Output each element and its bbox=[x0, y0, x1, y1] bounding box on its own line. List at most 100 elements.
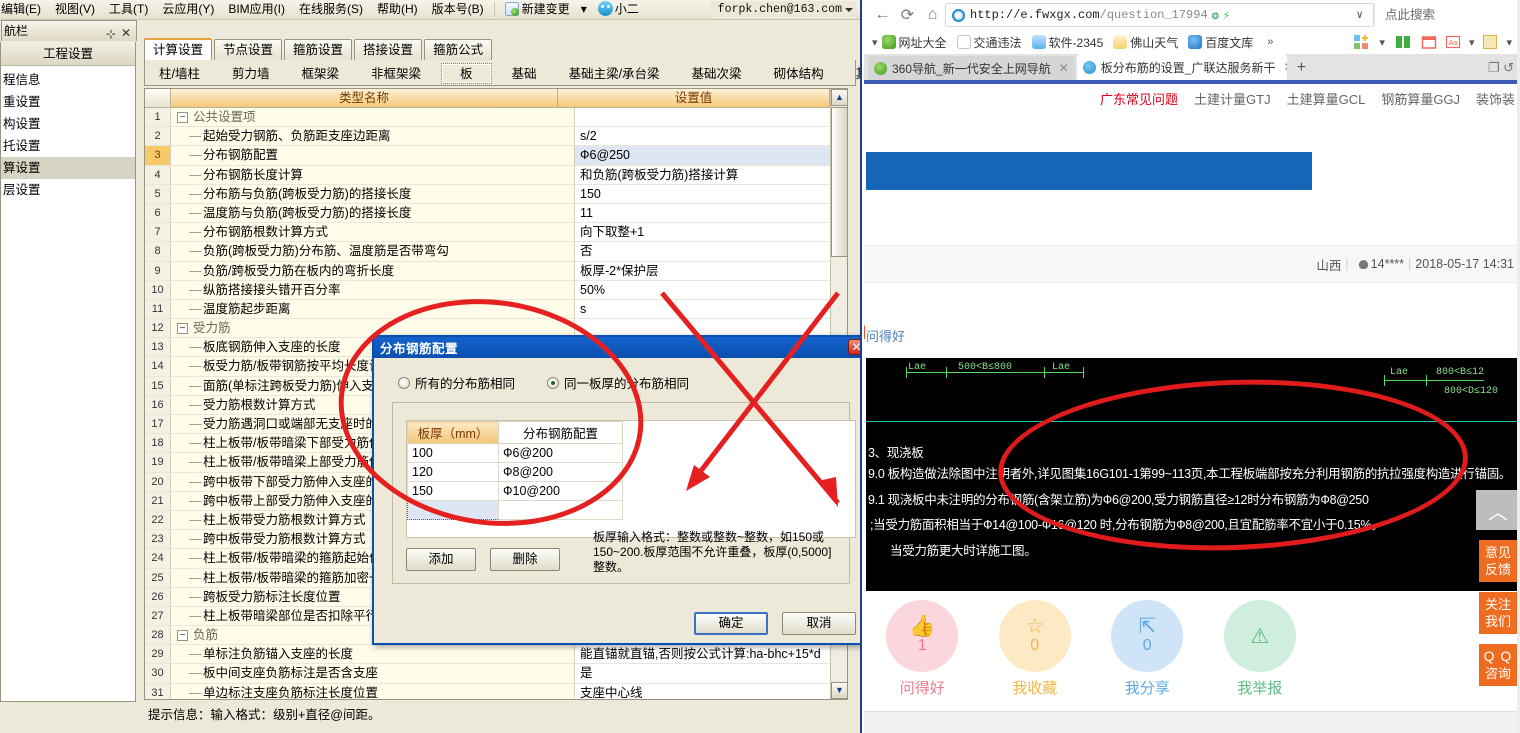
bookmark-site-directory[interactable]: 网址大全 bbox=[881, 34, 947, 51]
rail-qq-button[interactable]: Q Q 咨询 bbox=[1479, 644, 1517, 686]
translate-icon[interactable]: Aa bbox=[1445, 34, 1461, 50]
tab-node-settings[interactable]: 节点设置 bbox=[214, 39, 283, 60]
bookmark-software-2345[interactable]: 软件-2345 bbox=[1031, 34, 1103, 51]
bookmark-traffic-violation[interactable]: 交通违法 bbox=[956, 34, 1022, 51]
cell-rebar[interactable]: Ф8@200 bbox=[498, 462, 623, 482]
row-value[interactable]: 11 bbox=[575, 203, 847, 224]
bookmark-baidu-wenku[interactable]: 百度文库 bbox=[1188, 34, 1253, 51]
action-share[interactable]: ⇱ 0 我分享 bbox=[1097, 600, 1197, 710]
reload-icon[interactable]: ⟳ bbox=[895, 3, 920, 27]
tree-collapse-icon[interactable]: − bbox=[177, 323, 188, 335]
apps-icon[interactable] bbox=[1353, 34, 1369, 50]
cancel-button[interactable]: 取消 bbox=[782, 612, 856, 635]
bookmark-chevron-icon[interactable]: ▾ bbox=[872, 36, 878, 49]
dock-item-floor-setting[interactable]: 层设置 bbox=[1, 179, 135, 201]
row-value[interactable]: Ф6@250 bbox=[575, 146, 847, 166]
tab-foundation-main-beam[interactable]: 基础主梁/承台梁 bbox=[557, 63, 672, 84]
table-row[interactable]: 1− 公共设置项 bbox=[145, 108, 847, 128]
site-nav-ggj[interactable]: 钢筋算量GGJ bbox=[1381, 89, 1460, 108]
tab-foundation-secondary-beam[interactable]: 基础次梁 bbox=[680, 63, 754, 84]
chevron-down-icon[interactable]: ▾ bbox=[1469, 36, 1475, 49]
tab-other[interactable]: 其它 bbox=[844, 63, 860, 84]
table-row[interactable]: 29— 单标注负筋锚入支座的长度 能直锚就直锚,否则按公式计算:ha-bhc+15*… bbox=[145, 645, 847, 665]
dock-item-anchor-setting[interactable]: 托设置 bbox=[1, 135, 135, 157]
tab-stirrup-formula[interactable]: 箍筋公式 bbox=[424, 39, 493, 60]
scroll-down-button[interactable]: ▼ bbox=[831, 682, 847, 699]
browser-tab-glodon[interactable]: 板分布筋的设置_广联达服务新干 ✕ bbox=[1076, 54, 1287, 80]
row-value[interactable]: 50% bbox=[575, 280, 847, 300]
scrollbar-thumb[interactable] bbox=[831, 107, 847, 257]
new-change-dropdown[interactable]: ▾ bbox=[577, 0, 591, 19]
add-button[interactable]: 添加 bbox=[406, 548, 476, 571]
row-value[interactable]: 支座中心线 bbox=[575, 683, 847, 699]
menu-item-tools[interactable]: 工具(T) bbox=[102, 0, 155, 19]
back-arrow-icon[interactable]: ← bbox=[870, 3, 895, 27]
bookmark-foshan-weather[interactable]: 佛山天气 bbox=[1113, 34, 1178, 51]
table-row[interactable]: 10— 纵筋搭接接头错开百分率 50% bbox=[145, 280, 847, 300]
tab-tools[interactable]: ❐ ↺ bbox=[1488, 60, 1514, 76]
close-icon[interactable]: ✕ bbox=[1283, 60, 1286, 74]
table-row[interactable]: 150 Ф10@200 bbox=[407, 481, 623, 501]
shield-icon[interactable]: ❂ bbox=[1212, 8, 1219, 23]
dock-item-structure-setting[interactable]: 构设置 bbox=[1, 113, 135, 135]
tab-non-frame-beam[interactable]: 非框架梁 bbox=[359, 63, 433, 84]
site-category-nav[interactable]: 广东常见问题 土建计量GTJ 土建算量GCL 钢筋算量GGJ 装饰装 bbox=[864, 84, 1520, 112]
address-bar[interactable]: http://e.fwxgx.com /question_17994 ❂ ⚡ ∨ bbox=[945, 3, 1374, 27]
notes-icon[interactable] bbox=[1482, 34, 1498, 50]
table-row[interactable]: 6— 温度筋与负筋(跨板受力筋)的搭接长度 11 bbox=[145, 203, 847, 224]
action-ask-good[interactable]: 👍 1 问得好 bbox=[872, 600, 972, 710]
chevron-down-icon[interactable]: ▾ bbox=[1506, 36, 1512, 49]
table-row[interactable]: 4— 分布钢筋长度计算 和负筋(跨板受力筋)搭接计算 bbox=[145, 165, 847, 185]
qq-assistant-button[interactable]: 小二 bbox=[591, 0, 646, 19]
tab-lap-settings[interactable]: 搭接设置 bbox=[354, 39, 423, 60]
table-row[interactable]: 2— 起始受力钢筋、负筋距支座边距离 s/2 bbox=[145, 127, 847, 147]
tree-collapse-icon[interactable]: − bbox=[177, 630, 188, 642]
scroll-up-button[interactable]: ▲ bbox=[831, 89, 847, 106]
dock-item-project-info[interactable]: 程信息 bbox=[1, 69, 135, 91]
plus-icon[interactable]: + bbox=[1289, 56, 1314, 80]
tab-foundation[interactable]: 基础 bbox=[500, 63, 549, 84]
table-row[interactable]: 8— 负筋(跨板受力筋)分布筋、温度筋是否带弯勾否 bbox=[145, 242, 847, 262]
tab-masonry[interactable]: 砌体结构 bbox=[762, 63, 836, 84]
menu-item-view[interactable]: 视图(V) bbox=[48, 0, 102, 19]
row-value[interactable]: 150 bbox=[575, 184, 847, 204]
primary-tabs[interactable]: 计算设置 节点设置 箍筋设置 搭接设置 箍筋公式 bbox=[144, 38, 856, 60]
cell-rebar[interactable]: Ф6@200 bbox=[498, 443, 623, 463]
row-value[interactable]: 否 bbox=[575, 242, 847, 262]
row-value[interactable]: 是 bbox=[575, 664, 847, 684]
close-icon[interactable]: ✕ bbox=[1059, 61, 1069, 75]
row-value[interactable]: s bbox=[575, 299, 847, 320]
browser-tab-360[interactable]: 360导航_新一代安全上网导航 ✕ bbox=[868, 56, 1075, 80]
chevron-down-icon[interactable]: ▾ bbox=[1379, 36, 1385, 49]
row-value[interactable] bbox=[575, 108, 847, 128]
home-icon[interactable]: ⌂ bbox=[920, 3, 945, 27]
menu-item-help[interactable]: 帮助(H) bbox=[370, 0, 425, 19]
lightning-icon[interactable]: ⚡ bbox=[1223, 8, 1230, 23]
cell-thickness[interactable]: 150 bbox=[407, 481, 499, 501]
row-value[interactable]: 和负筋(跨板受力筋)搭接计算 bbox=[575, 165, 847, 185]
account-menu[interactable]: forpk.chen@163.com bbox=[709, 1, 856, 19]
close-icon[interactable]: ✕ bbox=[848, 339, 860, 355]
cell-rebar[interactable] bbox=[498, 500, 623, 520]
action-favorite[interactable]: ☆ 0 我收藏 bbox=[985, 600, 1085, 710]
cell-rebar[interactable]: Ф10@200 bbox=[498, 481, 623, 501]
menu-item-edit[interactable]: 编辑(E) bbox=[0, 0, 48, 19]
table-row[interactable]: 31— 单边标注支座负筋标注长度位置 支座中心线 bbox=[145, 683, 847, 699]
table-row[interactable]: 5— 分布筋与负筋(跨板受力筋)的搭接长度 150 bbox=[145, 184, 847, 204]
calendar-icon[interactable] bbox=[1421, 34, 1437, 50]
site-nav-gcl[interactable]: 土建算量GCL bbox=[1287, 89, 1366, 108]
row-value[interactable]: 能直锚就直锚,否则按公式计算:ha-bhc+15*d bbox=[575, 645, 847, 665]
thickness-table[interactable]: 板厚（mm） 分布钢筋配置 100 Ф6@200 120 Ф8@200 150 Ф10@2… bbox=[407, 421, 623, 520]
dock-item-weight-setting[interactable]: 重设置 bbox=[1, 91, 135, 113]
app-menubar[interactable]: 编辑(E) 视图(V) 工具(T) 云应用(Y) BIM应用(I) 在线服务(S… bbox=[0, 0, 860, 20]
cell-thickness[interactable] bbox=[407, 500, 499, 520]
table-row[interactable]: 30— 板中间支座负筋标注是否含支座是 bbox=[145, 664, 847, 684]
radio-same-thickness[interactable]: 同一板厚的分布筋相同 bbox=[547, 373, 689, 392]
table-row[interactable]: 120 Ф8@200 bbox=[407, 462, 623, 482]
table-row[interactable]: 100 Ф6@200 bbox=[407, 443, 623, 463]
row-value[interactable]: 板厚-2*保护层 bbox=[575, 261, 847, 281]
pin-icon[interactable]: ⊹ bbox=[106, 24, 116, 44]
dock-item-calculation-setting[interactable]: 算设置 bbox=[1, 157, 135, 179]
tab-stirrup-settings[interactable]: 箍筋设置 bbox=[284, 39, 353, 60]
tree-collapse-icon[interactable]: − bbox=[177, 112, 188, 123]
